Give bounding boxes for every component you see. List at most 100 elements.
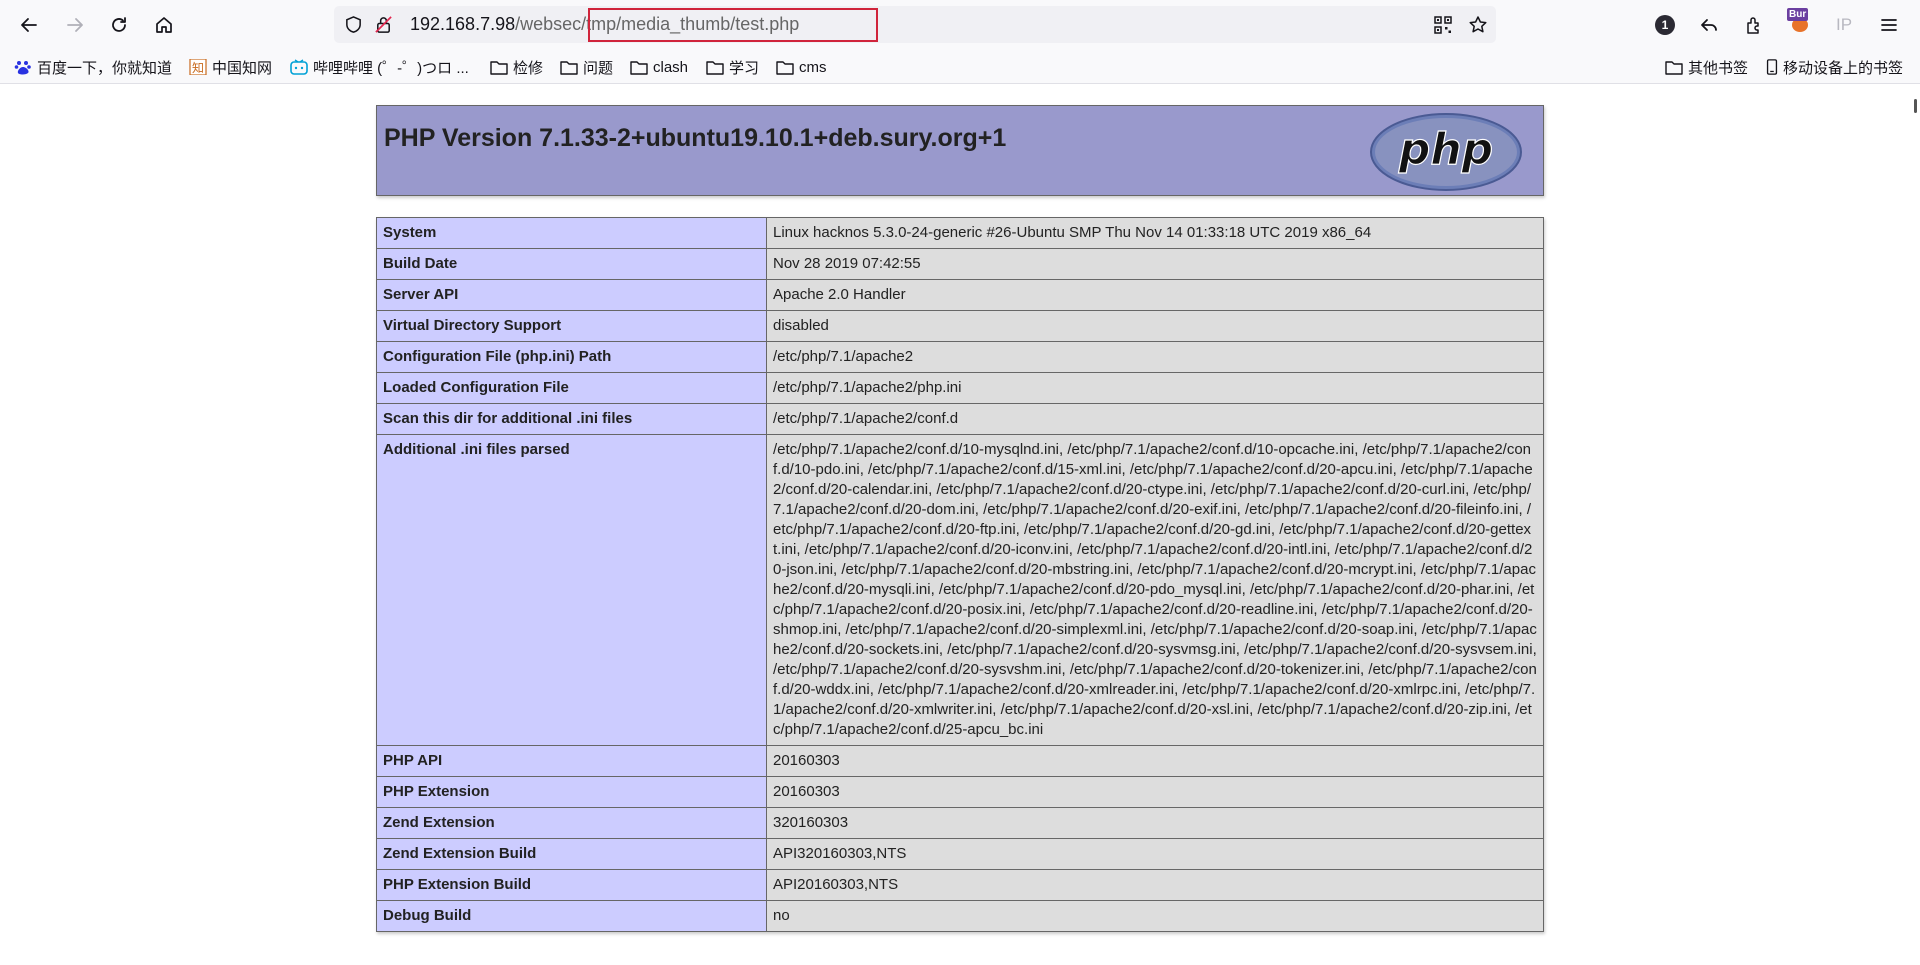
row-key: PHP Extension Build [376, 869, 767, 901]
php-logo[interactable]: php [1369, 112, 1523, 192]
hamburger-menu-icon [1881, 19, 1897, 31]
menu-button[interactable] [1876, 12, 1902, 38]
phpinfo-header: PHP Version 7.1.33-2+ubuntu19.10.1+deb.s… [376, 105, 1544, 196]
folder-icon [630, 60, 648, 75]
row-key: Additional .ini files parsed [376, 434, 767, 746]
url-path-highlight-box [588, 8, 878, 42]
row-value: /etc/php/7.1/apache2/php.ini [766, 372, 1544, 404]
arrow-right-icon [67, 18, 83, 32]
ip-extension-button[interactable]: IP [1831, 12, 1857, 38]
bookmark-label: clash [653, 58, 689, 76]
burp-badge: Bur [1789, 9, 1807, 20]
bookmark-label: 问题 [583, 59, 614, 77]
row-key: Loaded Configuration File [376, 372, 767, 404]
bookmark-folder-cms[interactable]: cms [776, 56, 827, 78]
reload-icon [112, 17, 126, 32]
table-row: Configuration File (php.ini) Path/etc/ph… [376, 341, 1544, 373]
row-key: Zend Extension Build [376, 838, 767, 870]
shield-icon[interactable] [344, 15, 363, 34]
row-key: Scan this dir for additional .ini files [376, 403, 767, 435]
svg-text:php: php [1398, 124, 1493, 175]
phpinfo-container: PHP Version 7.1.33-2+ubuntu19.10.1+deb.s… [376, 105, 1544, 932]
scrollbar-thumb[interactable] [1914, 99, 1917, 113]
notification-badge: 1 [1655, 15, 1675, 35]
row-value: 20160303 [766, 776, 1544, 808]
table-row: Additional .ini files parsed/etc/php/7.1… [376, 434, 1544, 746]
row-key: Build Date [376, 248, 767, 280]
row-value: Nov 28 2019 07:42:55 [766, 248, 1544, 280]
table-row: Scan this dir for additional .ini files /… [376, 403, 1544, 435]
qr-code-icon[interactable] [1433, 15, 1453, 35]
cnki-icon: 知 [189, 59, 207, 75]
undo-arrow-icon [1701, 19, 1717, 31]
row-value: /etc/php/7.1/apache2 [766, 341, 1544, 373]
extensions-button[interactable] [1741, 12, 1767, 38]
folder-icon [706, 60, 724, 75]
bookmark-other-bookmarks[interactable]: 其他书签 [1665, 56, 1748, 78]
bookmark-star-icon[interactable] [1468, 15, 1488, 35]
table-row: PHP Extension 20160303 [376, 776, 1544, 808]
bookmark-folder-clash[interactable]: clash [630, 56, 688, 78]
bookmark-label: 移动设备上的书签 [1783, 59, 1904, 77]
row-key: Virtual Directory Support [376, 310, 767, 342]
bookmark-label: 百度一下，你就知道 [37, 59, 173, 77]
row-key: Configuration File (php.ini) Path [376, 341, 767, 373]
home-icon [156, 17, 172, 33]
page-scrollbar[interactable] [1908, 85, 1920, 965]
bookmark-folder-wenti[interactable]: 问题 [560, 56, 613, 78]
bookmark-label: 哔哩哔哩 (゜-゜)つロ ... [313, 59, 469, 77]
puzzle-icon [1747, 17, 1759, 34]
baidu-icon [14, 61, 31, 75]
row-value: API20160303,NTS [766, 869, 1544, 901]
bookmark-folder-xuexi[interactable]: 学习 [706, 56, 759, 78]
bookmark-mobile-bookmarks[interactable]: 移动设备上的书签 [1766, 56, 1903, 78]
undo-button[interactable] [1696, 12, 1722, 38]
reload-button[interactable] [102, 8, 136, 42]
table-row: PHP Extension Build API20160303,NTS [376, 869, 1544, 901]
ip-label: IP [1835, 15, 1853, 34]
page-title: PHP Version 7.1.33-2+ubuntu19.10.1+deb.s… [384, 124, 1007, 152]
folder-icon [1665, 60, 1683, 75]
back-button[interactable] [12, 8, 46, 42]
table-row: Zend Extension 320160303 [376, 807, 1544, 839]
row-value: disabled [766, 310, 1544, 342]
url-host: 192.168.7.98 [410, 14, 516, 34]
forward-button[interactable] [58, 8, 92, 42]
row-value: 320160303 [766, 807, 1544, 839]
bookmark-cnki[interactable]: 知 中国知网 [189, 56, 272, 78]
phpinfo-table: System Linux hacknos 5.3.0-24-generic #26… [376, 217, 1544, 932]
bookmark-label: 其他书签 [1688, 59, 1749, 77]
row-key: Server API [376, 279, 767, 311]
address-bar[interactable]: 192.168.7.98/websec/tmp/media_thumb/test… [334, 6, 1496, 43]
row-value: no [766, 900, 1544, 932]
table-row: Loaded Configuration File/etc/php/7.1/ap… [376, 372, 1544, 404]
browser-toolbar: 192.168.7.98/websec/tmp/media_thumb/test… [0, 0, 1920, 50]
row-key: Debug Build [376, 900, 767, 932]
notification-count: 1 [1661, 18, 1669, 32]
bookmark-bilibili[interactable]: 哔哩哔哩 (゜-゜)つロ ... [290, 56, 469, 78]
bookmark-baidu[interactable]: 百度一下，你就知道 [14, 56, 172, 78]
table-row: Server API Apache 2.0 Handler [376, 279, 1544, 311]
folder-icon [776, 60, 794, 75]
bookmark-label: 检修 [513, 59, 544, 77]
bookmark-label: cms [799, 58, 827, 76]
row-key: PHP Extension [376, 776, 767, 808]
row-value: API320160303,NTS [766, 838, 1544, 870]
mobile-icon [1766, 59, 1778, 75]
burp-icon: Bur [1787, 8, 1811, 34]
home-button[interactable] [147, 8, 181, 42]
row-key: System [376, 217, 767, 249]
folder-icon [560, 60, 578, 75]
row-value: Linux hacknos 5.3.0-24-generic #26-Ubunt… [766, 217, 1544, 249]
bilibili-icon [290, 59, 308, 75]
row-value: 20160303 [766, 745, 1544, 777]
burp-extension-button[interactable]: Bur [1786, 8, 1812, 34]
bookmark-label: 学习 [729, 59, 760, 77]
insecure-lock-icon[interactable] [374, 15, 393, 34]
row-value: /etc/php/7.1/apache2/conf.d [766, 403, 1544, 435]
row-key: Zend Extension [376, 807, 767, 839]
table-row: Zend Extension Build API320160303,NTS [376, 838, 1544, 870]
folder-icon [490, 60, 508, 75]
notification-button[interactable]: 1 [1652, 12, 1678, 38]
bookmark-folder-jianxiu[interactable]: 检修 [490, 56, 543, 78]
